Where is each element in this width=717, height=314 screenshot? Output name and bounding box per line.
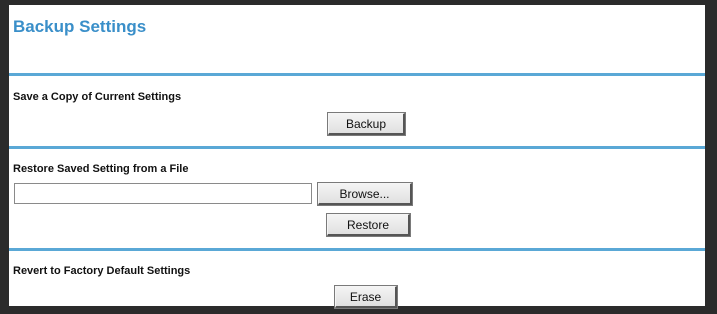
erase-button[interactable]: Erase bbox=[334, 285, 398, 309]
section-divider bbox=[9, 146, 705, 149]
backup-section-label: Save a Copy of Current Settings bbox=[13, 91, 182, 103]
section-divider bbox=[9, 248, 705, 251]
browse-button[interactable]: Browse... bbox=[317, 182, 413, 206]
restore-file-path-input[interactable] bbox=[14, 183, 312, 204]
backup-settings-panel: Backup Settings Save a Copy of Current S… bbox=[0, 0, 717, 314]
frame-border-left bbox=[0, 0, 9, 314]
section-divider bbox=[9, 73, 705, 76]
frame-border-right bbox=[705, 0, 717, 314]
erase-section-label: Revert to Factory Default Settings bbox=[13, 265, 191, 277]
restore-section-label: Restore Saved Setting from a File bbox=[13, 163, 189, 175]
restore-button[interactable]: Restore bbox=[326, 213, 411, 237]
frame-border-top bbox=[0, 0, 717, 5]
backup-button[interactable]: Backup bbox=[327, 112, 406, 136]
page-title: Backup Settings bbox=[13, 17, 147, 36]
